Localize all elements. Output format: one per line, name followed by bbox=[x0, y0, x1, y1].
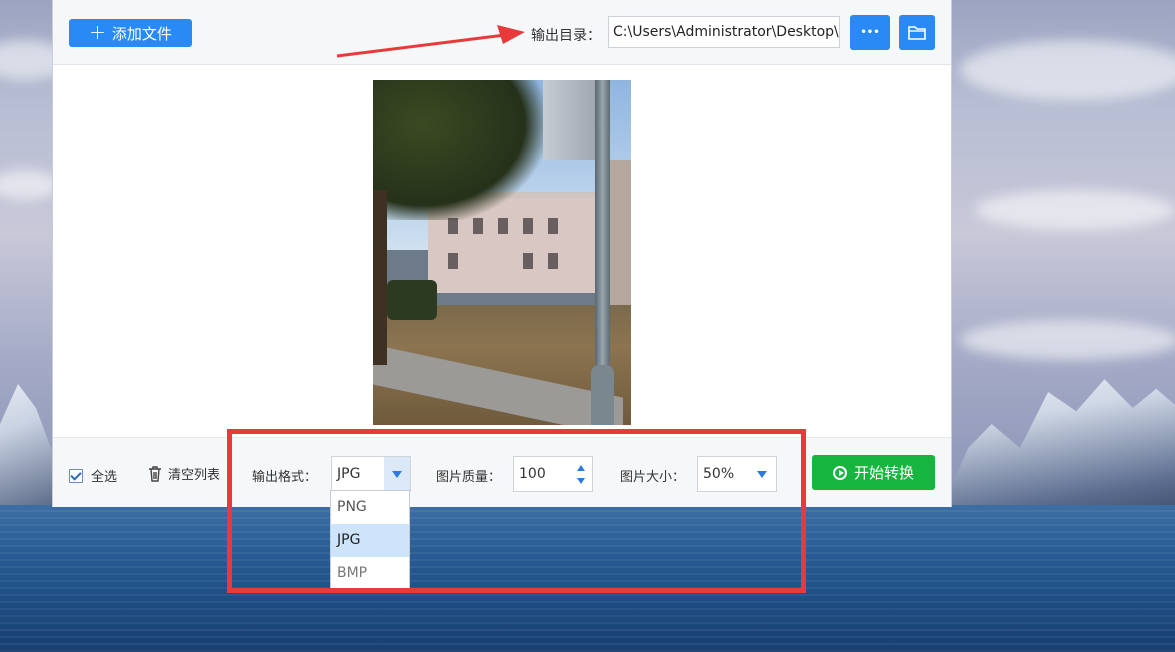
plus-icon: + bbox=[89, 20, 106, 44]
play-circle-icon bbox=[832, 465, 847, 480]
start-convert-button[interactable]: 开始转换 bbox=[812, 455, 935, 490]
wallpaper-cloud bbox=[975, 190, 1175, 230]
start-convert-label: 开始转换 bbox=[853, 464, 914, 482]
output-dir-field[interactable]: C:\Users\Administrator\Desktop\ bbox=[608, 16, 840, 48]
photo-hedge bbox=[387, 280, 437, 320]
red-arrow-icon bbox=[336, 25, 525, 58]
photo-window bbox=[448, 218, 458, 234]
photo-window bbox=[498, 218, 508, 234]
photo-trunk bbox=[373, 190, 387, 365]
preview-image bbox=[373, 80, 631, 425]
photo-window bbox=[448, 253, 458, 269]
open-folder-button[interactable] bbox=[899, 15, 935, 50]
photo-window bbox=[548, 253, 558, 269]
clear-list-button[interactable]: 清空列表 bbox=[148, 464, 220, 483]
select-all-checkbox[interactable]: 全选 bbox=[69, 466, 117, 485]
annotation-highlight-box bbox=[227, 429, 806, 593]
photo-window bbox=[473, 218, 483, 234]
trash-icon bbox=[149, 465, 161, 482]
add-files-label: 添加文件 bbox=[111, 24, 172, 43]
photo-window bbox=[523, 218, 533, 234]
clear-list-label: 清空列表 bbox=[168, 468, 221, 483]
wallpaper-cloud bbox=[960, 40, 1175, 100]
add-files-button[interactable]: + 添加文件 bbox=[69, 19, 192, 47]
ellipsis-icon: ••• bbox=[860, 27, 880, 38]
photo-window bbox=[548, 218, 558, 234]
photo-tower bbox=[543, 80, 603, 160]
select-all-label: 全选 bbox=[91, 470, 118, 485]
photo-pole-base bbox=[591, 365, 614, 425]
output-dir-label: 输出目录： bbox=[531, 28, 601, 44]
wallpaper-cloud bbox=[960, 320, 1175, 360]
photo-window bbox=[523, 253, 533, 269]
photo-tree bbox=[373, 80, 543, 220]
browse-more-button[interactable]: ••• bbox=[850, 15, 890, 50]
folder-icon bbox=[908, 26, 926, 40]
checkbox-checked-icon bbox=[69, 468, 83, 483]
